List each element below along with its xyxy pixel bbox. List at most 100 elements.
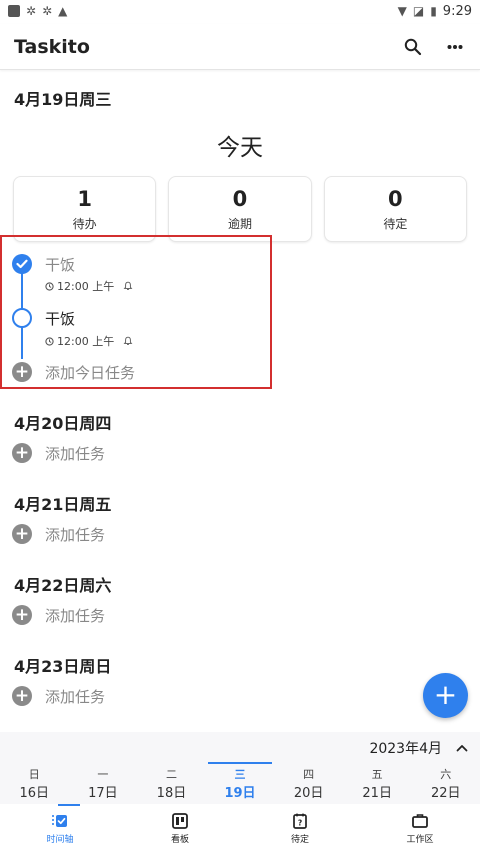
- add-fab-button[interactable]: +: [423, 673, 468, 718]
- add-task-label: 添加任务: [45, 525, 106, 544]
- bug-icon: ✲: [42, 4, 53, 18]
- add-today-task-button[interactable]: + 添加今日任务: [0, 361, 480, 383]
- app-title: Taskito: [14, 35, 90, 58]
- task-item[interactable]: 干饭 12:00 上午: [0, 252, 480, 298]
- board-icon: [172, 812, 188, 829]
- empty-circle-icon[interactable]: [12, 308, 32, 328]
- stat-label: 待办: [72, 216, 97, 231]
- app-bar: Taskito: [0, 24, 480, 70]
- stat-card-todo[interactable]: 1 待办: [13, 176, 157, 242]
- calendar-day-22[interactable]: 六 22日: [411, 762, 480, 801]
- add-task-label: 添加今日任务: [45, 363, 136, 382]
- font-icon: ▲: [58, 4, 68, 18]
- week-calendar: 2023年4月 日 16日 一 17日 二 18日 三 19日 四 20日 五 21日 六 2…: [0, 732, 480, 804]
- nav-workspace[interactable]: 工作区: [360, 804, 480, 852]
- calendar-day-21[interactable]: 五 21日: [343, 762, 412, 801]
- search-icon[interactable]: [402, 36, 424, 58]
- nav-board[interactable]: 看板: [120, 804, 240, 852]
- add-task-button[interactable]: + 添加任务: [0, 442, 480, 464]
- month-label: 2023年4月: [369, 741, 442, 757]
- status-bar: ✲ ✲ ▲ ▼ ◪ ▮ 9:29: [0, 0, 480, 22]
- chevron-up-icon: [456, 745, 468, 752]
- plus-circle-icon: +: [12, 524, 32, 544]
- task-title: 干饭: [45, 310, 76, 328]
- stat-card-pending[interactable]: 0 待定: [323, 176, 467, 242]
- workspace-icon: [412, 813, 428, 828]
- day-header: 4月20日周四: [14, 414, 112, 433]
- nav-label: 时间轴: [46, 834, 74, 845]
- weekday-label: 三: [234, 768, 246, 781]
- plus-circle-icon: +: [12, 443, 32, 463]
- status-time: 9:29: [442, 3, 472, 19]
- status-left: ✲ ✲ ▲: [8, 4, 67, 18]
- nav-label: 工作区: [406, 834, 434, 845]
- calendar-day-19[interactable]: 三 19日: [206, 762, 275, 801]
- app-bar-actions: [402, 36, 466, 58]
- nav-timeline[interactable]: 时间轴: [0, 804, 120, 852]
- date-label: 17日: [88, 786, 118, 801]
- timeline-icon: [52, 814, 67, 827]
- calendar-day-17[interactable]: 一 17日: [69, 762, 138, 801]
- task-item[interactable]: 干饭 12:00 上午: [0, 307, 480, 353]
- day-header: 4月22日周六: [14, 576, 112, 595]
- bell-icon: [123, 281, 133, 290]
- add-task-label: 添加任务: [45, 687, 106, 706]
- stat-label: 待定: [383, 216, 408, 231]
- add-task-button[interactable]: + 添加任务: [0, 523, 480, 545]
- bug-icon: ✲: [26, 4, 37, 18]
- task-title: 干饭: [45, 256, 76, 274]
- task-meta: 12:00 上午: [45, 333, 133, 349]
- stat-value: 0: [232, 186, 248, 211]
- today-date-header: 4月19日周三: [14, 90, 112, 109]
- day-header: 4月23日周日: [14, 657, 112, 676]
- nav-pending[interactable]: ? 待定: [240, 804, 360, 852]
- plus-circle-icon: +: [12, 362, 32, 382]
- clock-icon: [45, 336, 54, 346]
- nav-label: 看板: [170, 834, 189, 845]
- weekday-label: 一: [97, 768, 109, 781]
- day-header: 4月21日周五: [14, 495, 112, 514]
- add-task-button[interactable]: + 添加任务: [0, 604, 480, 626]
- weekday-label: 日: [28, 768, 40, 781]
- calendar-day-18[interactable]: 二 18日: [137, 762, 206, 801]
- date-label: 18日: [156, 786, 187, 801]
- task-time: 12:00 上午: [57, 335, 115, 348]
- weekday-label: 六: [440, 768, 452, 781]
- app-notification-icon: [8, 5, 20, 17]
- weekday-label: 四: [303, 768, 315, 781]
- no-sim-icon: ◪: [412, 4, 425, 18]
- battery-icon: ▮: [430, 4, 437, 18]
- add-task-button[interactable]: + 添加任务: [0, 685, 480, 707]
- more-options-icon[interactable]: [444, 36, 466, 58]
- add-task-label: 添加任务: [45, 606, 106, 625]
- stat-value: 0: [388, 186, 403, 211]
- plus-circle-icon: +: [12, 686, 32, 706]
- month-selector[interactable]: 2023年4月: [369, 738, 468, 758]
- calendar-day-20[interactable]: 四 20日: [274, 762, 343, 801]
- stat-value: 1: [77, 186, 92, 211]
- task-time: 12:00 上午: [57, 280, 115, 293]
- weekday-label: 五: [371, 768, 383, 781]
- date-label: 21日: [362, 786, 392, 801]
- stat-label: 逾期: [227, 216, 252, 231]
- stat-card-overdue[interactable]: 0 逾期: [168, 176, 312, 242]
- stats-row: 1 待办 0 逾期 0 待定: [0, 176, 480, 242]
- date-label: 16日: [19, 786, 50, 801]
- today-title: 今天: [217, 135, 263, 161]
- week-row: 日 16日 一 17日 二 18日 三 19日 四 20日 五 21日 六 22日: [0, 762, 480, 801]
- status-right: ▼ ◪ ▮ 9:29: [398, 4, 472, 19]
- nav-label: 待定: [290, 834, 309, 845]
- add-task-label: 添加任务: [45, 444, 106, 463]
- checked-circle-icon[interactable]: [12, 254, 32, 274]
- date-label: 20日: [293, 786, 324, 801]
- date-label: 22日: [430, 786, 461, 801]
- weekday-label: 二: [165, 768, 177, 781]
- clock-icon: [45, 281, 54, 291]
- svg-text:?: ?: [298, 818, 302, 827]
- calendar-day-16[interactable]: 日 16日: [0, 762, 69, 801]
- plus-circle-icon: +: [12, 605, 32, 625]
- pending-icon: ?: [293, 813, 307, 829]
- bell-icon: [123, 336, 133, 345]
- bottom-navigation: 时间轴 看板 ? 待定 工作区: [0, 804, 480, 852]
- timeline-content: 4月19日周三 今天 1 待办 0 逾期 0 待定 干饭 12:00 上午 干饭…: [0, 72, 480, 706]
